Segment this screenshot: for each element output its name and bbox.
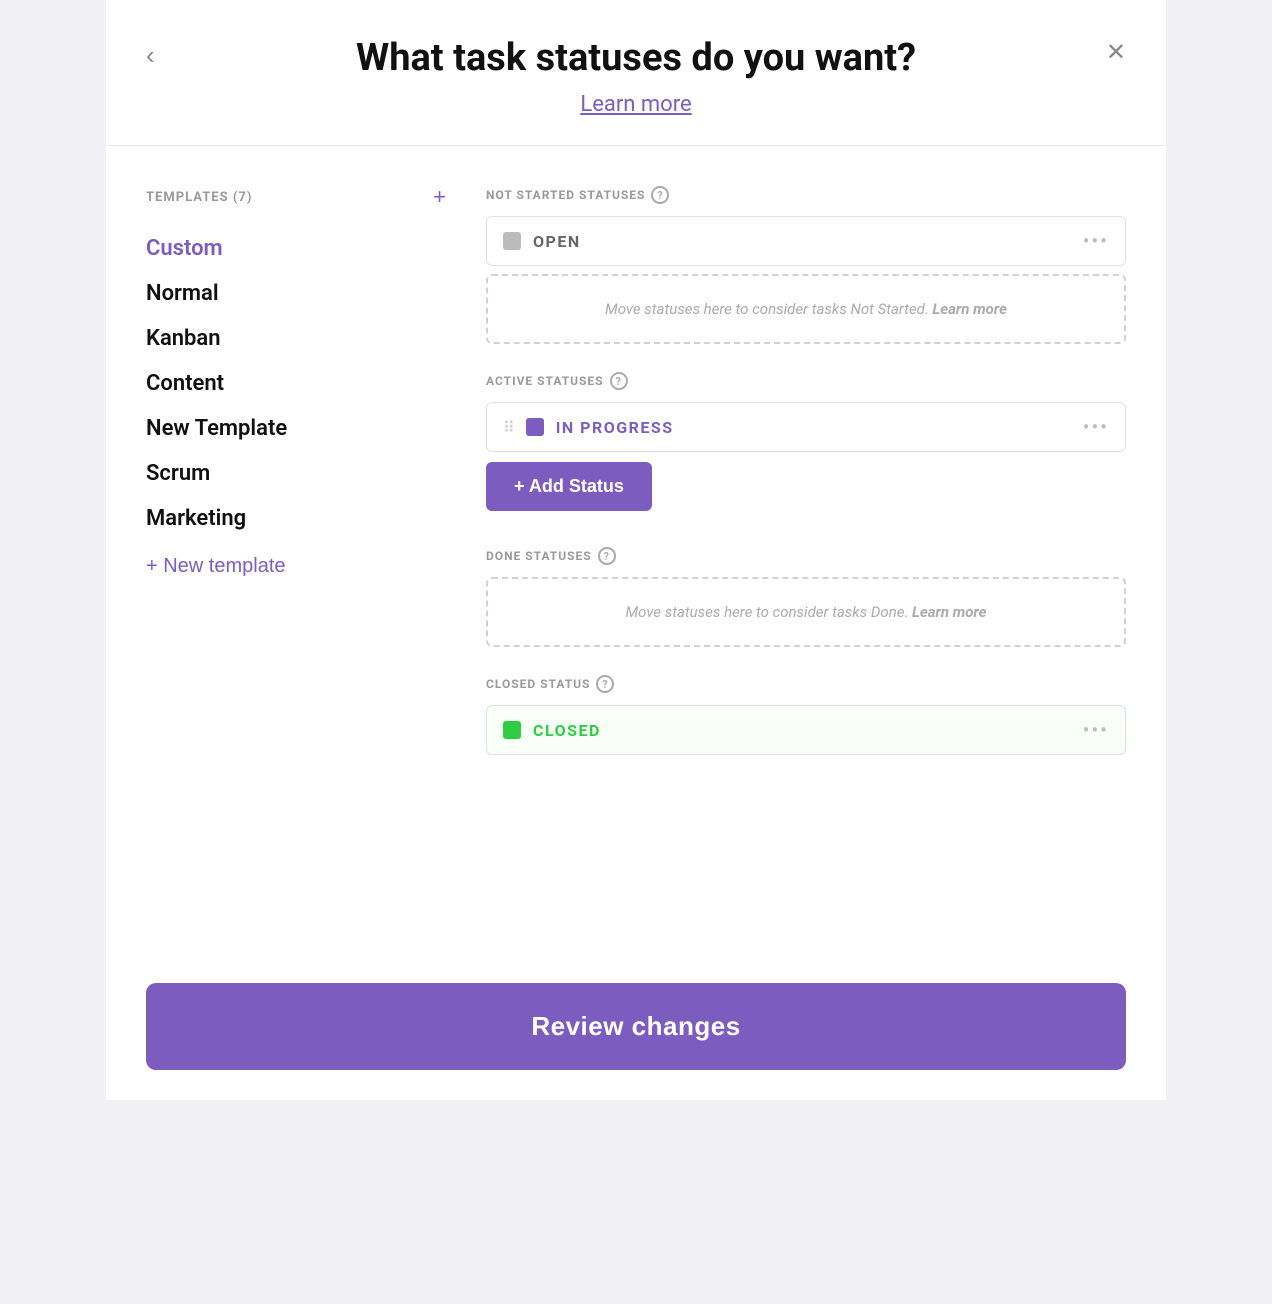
closed-color-box: [503, 721, 521, 739]
statuses-panel: NOT STARTED STATUSES ? OPEN ••• Move sta…: [486, 186, 1126, 913]
learn-more-link[interactable]: Learn more: [580, 92, 691, 117]
drag-handle[interactable]: ⠿: [503, 418, 516, 437]
closed-help-icon[interactable]: ?: [596, 675, 614, 693]
closed-status-menu[interactable]: •••: [1083, 718, 1109, 742]
not-started-drop-zone: Move statuses here to consider tasks Not…: [486, 274, 1126, 344]
header: ‹ What task statuses do you want? Learn …: [106, 0, 1166, 145]
template-item-marketing[interactable]: Marketing: [146, 496, 446, 541]
page-title: What task statuses do you want?: [146, 36, 1126, 80]
template-item-new-template[interactable]: New Template: [146, 406, 446, 451]
templates-header: TEMPLATES (7) +: [146, 186, 446, 208]
closed-status-row: CLOSED •••: [486, 705, 1126, 755]
modal: ‹ What task statuses do you want? Learn …: [106, 0, 1166, 1100]
done-help-icon[interactable]: ?: [598, 547, 616, 565]
add-status-container: + Add Status: [486, 462, 1126, 519]
active-label: ACTIVE STATUSES: [486, 374, 604, 388]
body: TEMPLATES (7) + Custom Normal Kanban Con…: [106, 146, 1166, 913]
active-help-icon[interactable]: ?: [610, 372, 628, 390]
add-status-button[interactable]: + Add Status: [486, 462, 652, 511]
in-progress-status-menu[interactable]: •••: [1083, 415, 1109, 439]
in-progress-color-box: [526, 418, 544, 436]
open-color-box: [503, 232, 521, 250]
template-item-normal[interactable]: Normal: [146, 271, 446, 316]
done-drop-zone: Move statuses here to consider tasks Don…: [486, 577, 1126, 647]
template-item-kanban[interactable]: Kanban: [146, 316, 446, 361]
add-template-icon[interactable]: +: [433, 186, 446, 208]
open-status-menu[interactable]: •••: [1083, 229, 1109, 253]
not-started-help-icon[interactable]: ?: [651, 186, 669, 204]
in-progress-status-row: ⠿ IN PROGRESS •••: [486, 402, 1126, 452]
active-header: ACTIVE STATUSES ?: [486, 372, 1126, 390]
open-status-name: OPEN: [533, 232, 1083, 251]
new-template-button[interactable]: + New template: [146, 555, 286, 578]
template-item-content[interactable]: Content: [146, 361, 446, 406]
footer: Review changes: [106, 953, 1166, 1100]
in-progress-status-name: IN PROGRESS: [556, 418, 1083, 437]
review-changes-button[interactable]: Review changes: [146, 983, 1126, 1070]
open-status-row: OPEN •••: [486, 216, 1126, 266]
templates-panel: TEMPLATES (7) + Custom Normal Kanban Con…: [146, 186, 446, 913]
template-item-custom[interactable]: Custom: [146, 226, 446, 271]
done-label: DONE STATUSES: [486, 549, 592, 563]
back-button[interactable]: ‹: [146, 40, 155, 71]
not-started-header: NOT STARTED STATUSES ?: [486, 186, 1126, 204]
closed-status-name: CLOSED: [533, 721, 1083, 740]
not-started-label: NOT STARTED STATUSES: [486, 188, 645, 202]
closed-label: CLOSED STATUS: [486, 677, 590, 691]
done-header: DONE STATUSES ?: [486, 547, 1126, 565]
close-button[interactable]: ✕: [1106, 38, 1126, 67]
templates-label: TEMPLATES (7): [146, 190, 252, 205]
closed-header: CLOSED STATUS ?: [486, 675, 1126, 693]
template-item-scrum[interactable]: Scrum: [146, 451, 446, 496]
